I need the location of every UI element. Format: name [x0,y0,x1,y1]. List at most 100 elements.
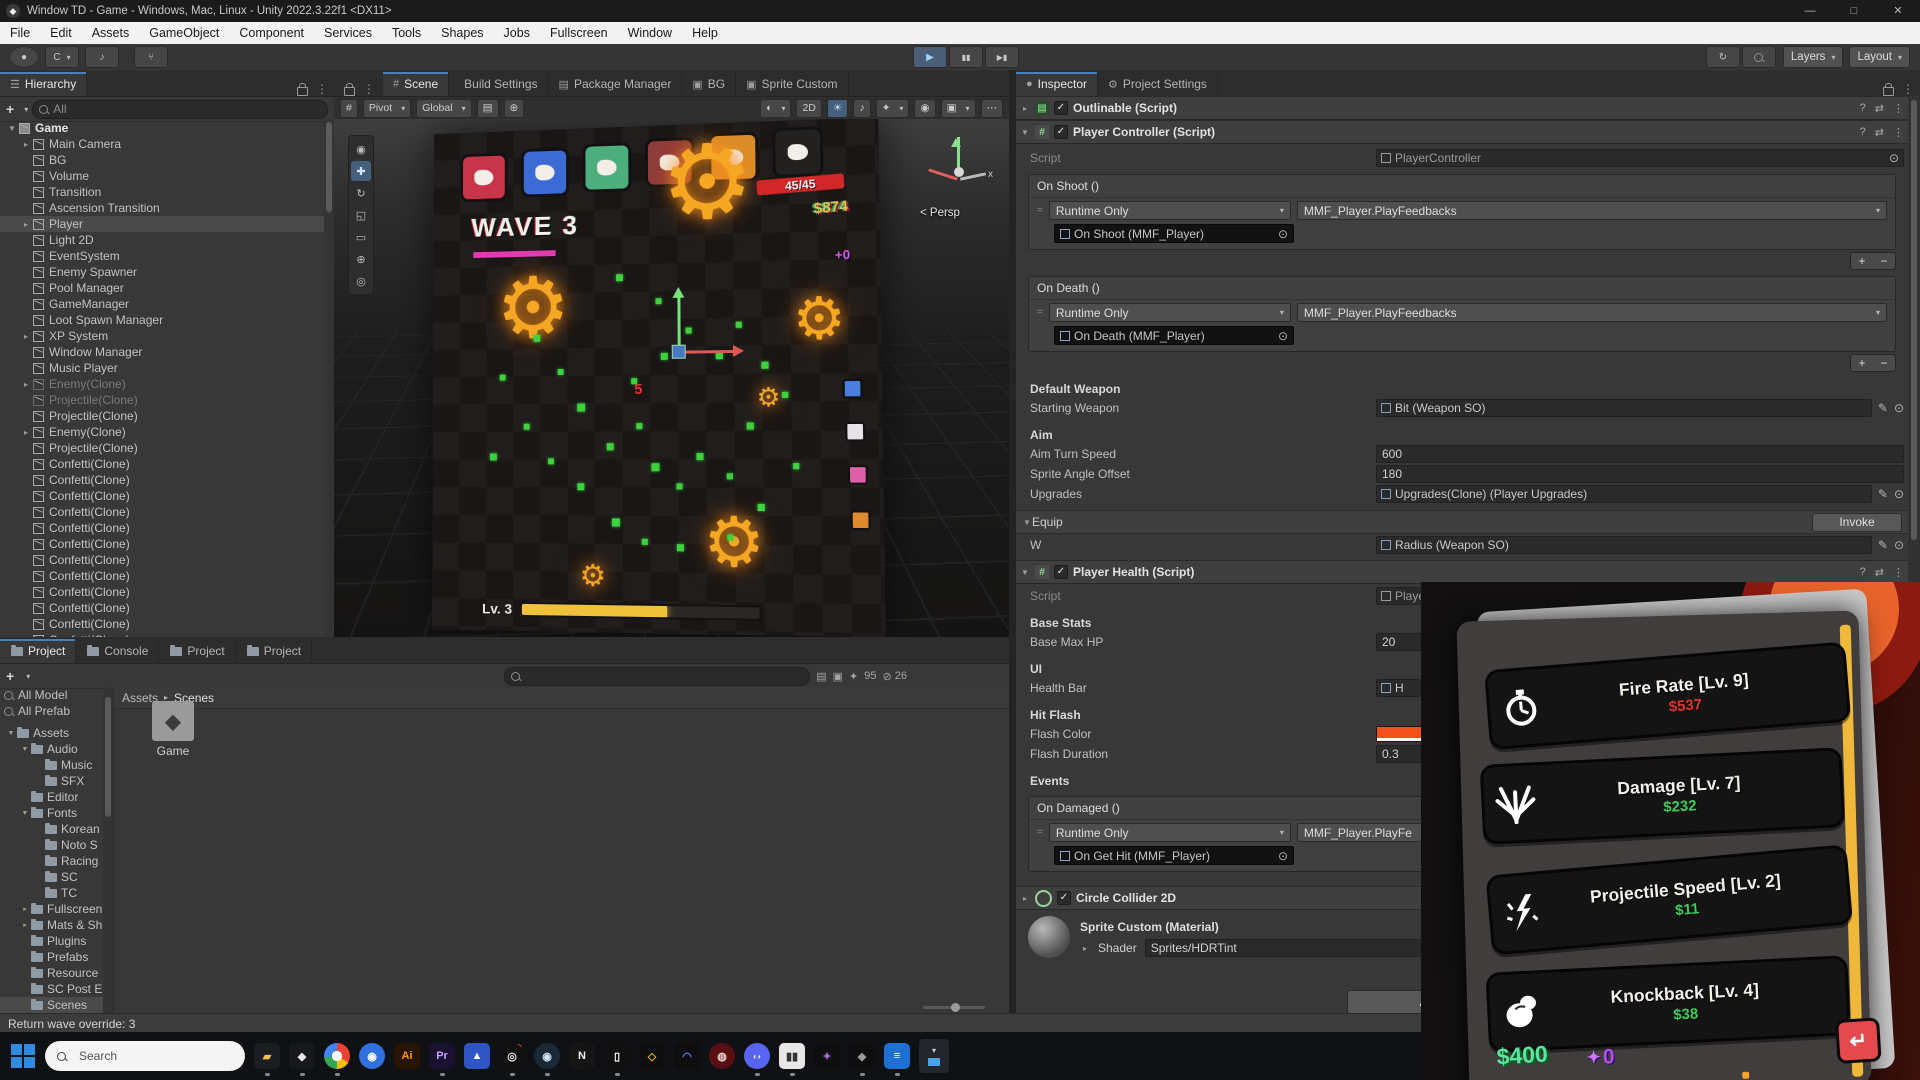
hierarchy-row[interactable]: Confetti(Clone) [0,472,324,488]
taskbar-app-icon[interactable]: Pr [429,1043,455,1069]
hierarchy-row[interactable]: Confetti(Clone) [0,552,324,568]
aim-turn-speed-input[interactable]: 600 [1376,445,1904,463]
event-mode-dropdown[interactable]: Runtime Only▾ [1049,823,1291,842]
folder-row[interactable]: Music [0,757,113,773]
event-remove-button[interactable]: − [1873,355,1895,371]
enabled-checkbox[interactable]: ✓ [1054,101,1068,115]
scene-tab[interactable]: ▣ Sprite Custom [736,72,848,96]
lock-icon[interactable] [1883,87,1894,96]
menu-item[interactable]: Jobs [494,22,540,44]
component-header-player-health[interactable]: ▼ # ✓ Player Health (Script) ? ⇄ ⋮ [1016,560,1908,584]
event-target-field[interactable]: On Shoot (MMF_Player) ⊙ [1054,224,1294,243]
sprite-angle-offset-input[interactable]: 180 [1376,465,1904,483]
folder-row[interactable]: ▼ Audio [0,741,113,757]
folder-row[interactable]: Scenes [0,997,113,1013]
menu-item[interactable]: Help [682,22,728,44]
perspective-label[interactable]: < Persp [920,207,960,219]
more-icon[interactable]: ⋮ [1893,102,1904,115]
upgrades-field[interactable]: Upgrades(Clone) (Player Upgrades) [1376,485,1872,503]
panel-splitter[interactable] [1009,70,1016,1013]
close-button[interactable]: ✕ [1876,0,1920,22]
folder-row[interactable]: Resource [0,965,113,981]
favorite-search-item[interactable]: All Model [0,687,113,703]
create-caret-icon[interactable]: ▾ [24,105,28,114]
taskbar-app-icon[interactable]: ✦ [814,1043,840,1069]
hierarchy-row[interactable]: Volume [0,168,324,184]
enabled-checkbox[interactable]: ✓ [1054,565,1068,579]
taskbar-app-icon[interactable] [324,1043,350,1069]
menu-item[interactable]: Component [229,22,314,44]
start-button[interactable] [10,1043,36,1069]
search-icon[interactable] [1742,46,1776,68]
move-tool-button[interactable]: ✚ [351,161,371,181]
menu-item[interactable]: Assets [82,22,140,44]
hierarchy-row[interactable]: Music Player [0,360,324,376]
event-mode-dropdown[interactable]: Runtime Only▾ [1049,303,1291,322]
account-icon[interactable]: ● [9,46,39,68]
hierarchy-search-input[interactable]: All [32,100,328,119]
version-control-icon[interactable]: ⑂ [134,46,168,68]
enabled-checkbox[interactable]: ✓ [1057,891,1071,905]
hierarchy-row[interactable]: Confetti(Clone) [0,504,324,520]
hierarchy-row[interactable]: Confetti(Clone) [0,488,324,504]
2d-toggle[interactable]: 2D [796,99,821,118]
asset-item-game-scene[interactable]: ◆ Game [138,701,208,758]
drag-handle[interactable]: = [1037,827,1043,838]
gizmo-center[interactable] [954,167,964,177]
hierarchy-row[interactable]: Transition [0,184,324,200]
pivot-dropdown[interactable]: Pivot▾ [363,99,411,118]
edit-icon[interactable]: ✎ [1878,401,1888,415]
help-icon[interactable]: ? [1860,566,1866,578]
global-dropdown[interactable]: Global▾ [416,99,471,118]
hierarchy-row[interactable]: Pool Manager [0,280,324,296]
tab-hierarchy[interactable]: ☰ Hierarchy [0,72,87,96]
project-tab[interactable]: Project [159,639,235,663]
taskbar-app-icon[interactable]: N [569,1043,595,1069]
hierarchy-row[interactable]: Confetti(Clone) [0,520,324,536]
folder-tree-scrollbar[interactable] [103,687,113,1013]
notification-bell-icon[interactable]: ♪ [85,46,119,68]
hierarchy-row[interactable]: EventSystem [0,248,324,264]
taskbar-app-icon[interactable]: ◉ [534,1043,560,1069]
hierarchy-row[interactable]: Confetti(Clone) [0,568,324,584]
hierarchy-row[interactable]: Light 2D [0,232,324,248]
custom-tool-button[interactable]: ◎ [351,271,371,291]
taskbar-app-icon[interactable]: ▮▮ [779,1043,805,1069]
taskbar-app-icon[interactable]: ◍ [709,1043,735,1069]
status-message[interactable]: Return wave override: 3 [8,1017,135,1031]
hierarchy-row[interactable]: Confetti(Clone) [0,456,324,472]
hierarchy-row[interactable]: Projectile(Clone) [0,440,324,456]
transform-tool-button[interactable]: ⊕ [351,249,371,269]
folder-row[interactable]: Prefabs [0,949,113,965]
script-object-field[interactable]: PlayerController ⊙ [1376,149,1904,167]
move-gizmo-center[interactable] [672,345,686,359]
hierarchy-scrollbar[interactable] [324,120,334,637]
event-add-button[interactable]: + [1851,253,1873,269]
cloud-services-button[interactable]: C▾ [45,46,79,68]
thumbnail-zoom-slider[interactable] [923,1006,985,1009]
event-function-dropdown[interactable]: MMF_Player.PlayFeedbacks▾ [1297,303,1887,322]
project-search-input[interactable] [504,667,810,686]
hierarchy-row[interactable]: Projectile(Clone) [0,392,324,408]
hierarchy-row[interactable]: Enemy Spawner [0,264,324,280]
event-remove-button[interactable]: − [1873,253,1895,269]
upgrade-card-knockback[interactable]: Knockback [Lv. 4] $38 [1485,955,1850,1053]
presets-icon[interactable]: ⇄ [1875,566,1884,579]
drag-handle[interactable]: = [1037,205,1043,216]
scene-tab[interactable]: # Scene [383,72,449,96]
layers-dropdown[interactable]: Layers▾ [1783,46,1844,68]
move-gizmo-y-axis[interactable] [677,291,680,353]
starting-weapon-field[interactable]: Bit (Weapon SO) [1376,399,1872,417]
object-picker-icon[interactable]: ⊙ [1894,401,1904,415]
menu-item[interactable]: Services [314,22,382,44]
scene-tab[interactable]: ▤ Package Manager [549,72,683,96]
hierarchy-row[interactable]: Confetti(Clone) [0,584,324,600]
taskbar-app-icon[interactable]: ◠ [674,1043,700,1069]
taskbar-app-icon[interactable]: ◖◗ [744,1043,770,1069]
weapon-field[interactable]: Radius (Weapon SO) [1376,536,1872,554]
step-button[interactable]: ▶▮ [985,46,1019,68]
project-tab[interactable]: Project [236,639,312,663]
minimize-button[interactable]: — [1788,0,1832,22]
hierarchy-row[interactable]: ▸ Main Camera [0,136,324,152]
component-header-player-controller[interactable]: ▼ # ✓ Player Controller (Script) ? ⇄ ⋮ [1016,120,1908,144]
